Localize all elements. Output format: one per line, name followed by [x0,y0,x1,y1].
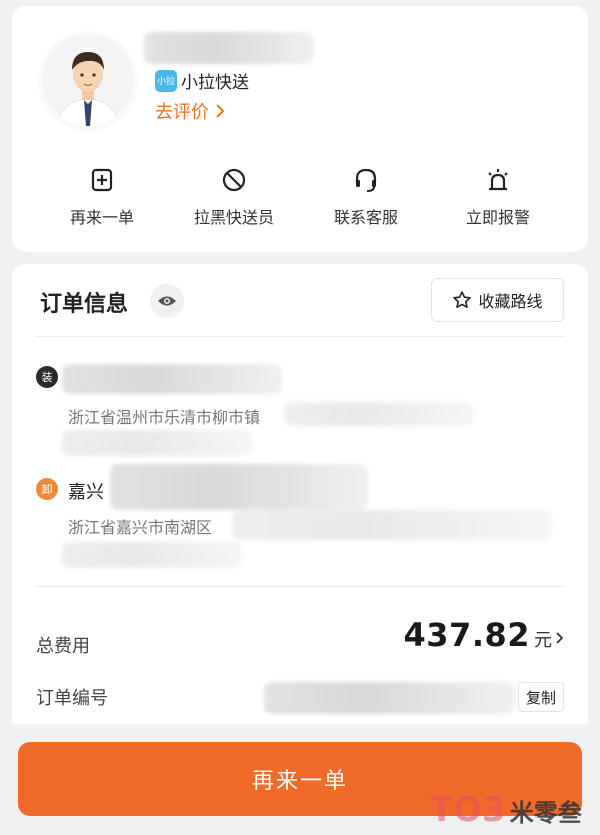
plus-square-icon [91,168,113,192]
reorder-action[interactable]: 再来一单 [36,166,168,228]
toggle-visibility-button[interactable] [150,284,184,318]
load-address-line2-redacted [62,430,252,456]
favorite-route-button[interactable]: 收藏路线 [431,278,564,322]
driver-actions: 再来一单 拉黑快送员 联系客服 立即报警 [12,166,588,228]
chevron-right-icon [556,632,564,644]
call-police-action[interactable]: 立即报警 [432,166,564,228]
total-fee-label: 总费用 [36,636,90,657]
divider [36,586,564,587]
rate-link-label: 去评价 [155,102,209,123]
action-label: 再来一单 [69,208,134,227]
driver-avatar[interactable] [42,34,134,126]
load-badge: 装 [36,366,58,388]
unload-badge: 卸 [36,478,58,500]
brand-logo: 小拉 [155,69,177,92]
contact-support-action[interactable]: 联系客服 [300,166,432,228]
fee-unit: 元 [534,630,552,651]
load-address-detail-redacted [284,402,474,426]
divider [36,336,564,337]
fee-amount: 437.82 [403,616,530,654]
watermark-logo: TO3 [430,790,506,830]
brand-row: 小拉 小拉快送 [155,68,249,93]
unload-name: 嘉兴 [68,482,104,503]
brand-name: 小拉快送 [181,73,249,93]
action-label: 联系客服 [333,208,398,227]
unload-address: 浙江省嘉兴市南湖区 [68,518,213,537]
driver-card: 小拉 小拉快送 去评价 再来一单 拉黑快送员 联系客服 立即报警 [12,6,588,252]
copy-order-number-button[interactable]: 复制 [518,682,564,712]
load-address: 浙江省温州市乐清市柳市镇 [68,408,261,427]
action-label: 立即报警 [465,208,530,227]
unload-address-line2-redacted [62,542,242,568]
order-info-card: 订单信息 收藏路线 装 浙江省温州市乐清市柳市镇 卸 嘉兴 浙江省嘉兴市南湖区 … [12,264,588,724]
block-icon [222,168,246,192]
headset-icon [355,168,377,192]
chevron-right-icon [216,104,225,118]
unload-address-detail-redacted [232,510,552,540]
favorite-route-label: 收藏路线 [478,292,543,311]
star-icon [453,291,472,308]
load-contact-redacted [62,364,282,394]
driver-name-redacted [144,32,314,64]
order-number-label: 订单编号 [36,688,108,709]
alarm-icon [488,169,508,191]
block-courier-action[interactable]: 拉黑快送员 [168,166,300,228]
action-label: 拉黑快送员 [193,208,274,227]
order-info-title: 订单信息 [40,292,129,317]
total-fee-value[interactable]: 437.82 元 [404,616,566,654]
eye-icon [158,296,176,306]
watermark-text: 米零叁 [509,798,582,827]
order-number-redacted [264,682,514,714]
rate-driver-link[interactable]: 去评价 [155,98,227,124]
watermark: TO3 米零叁 [430,786,600,834]
unload-contact-redacted [110,464,368,510]
